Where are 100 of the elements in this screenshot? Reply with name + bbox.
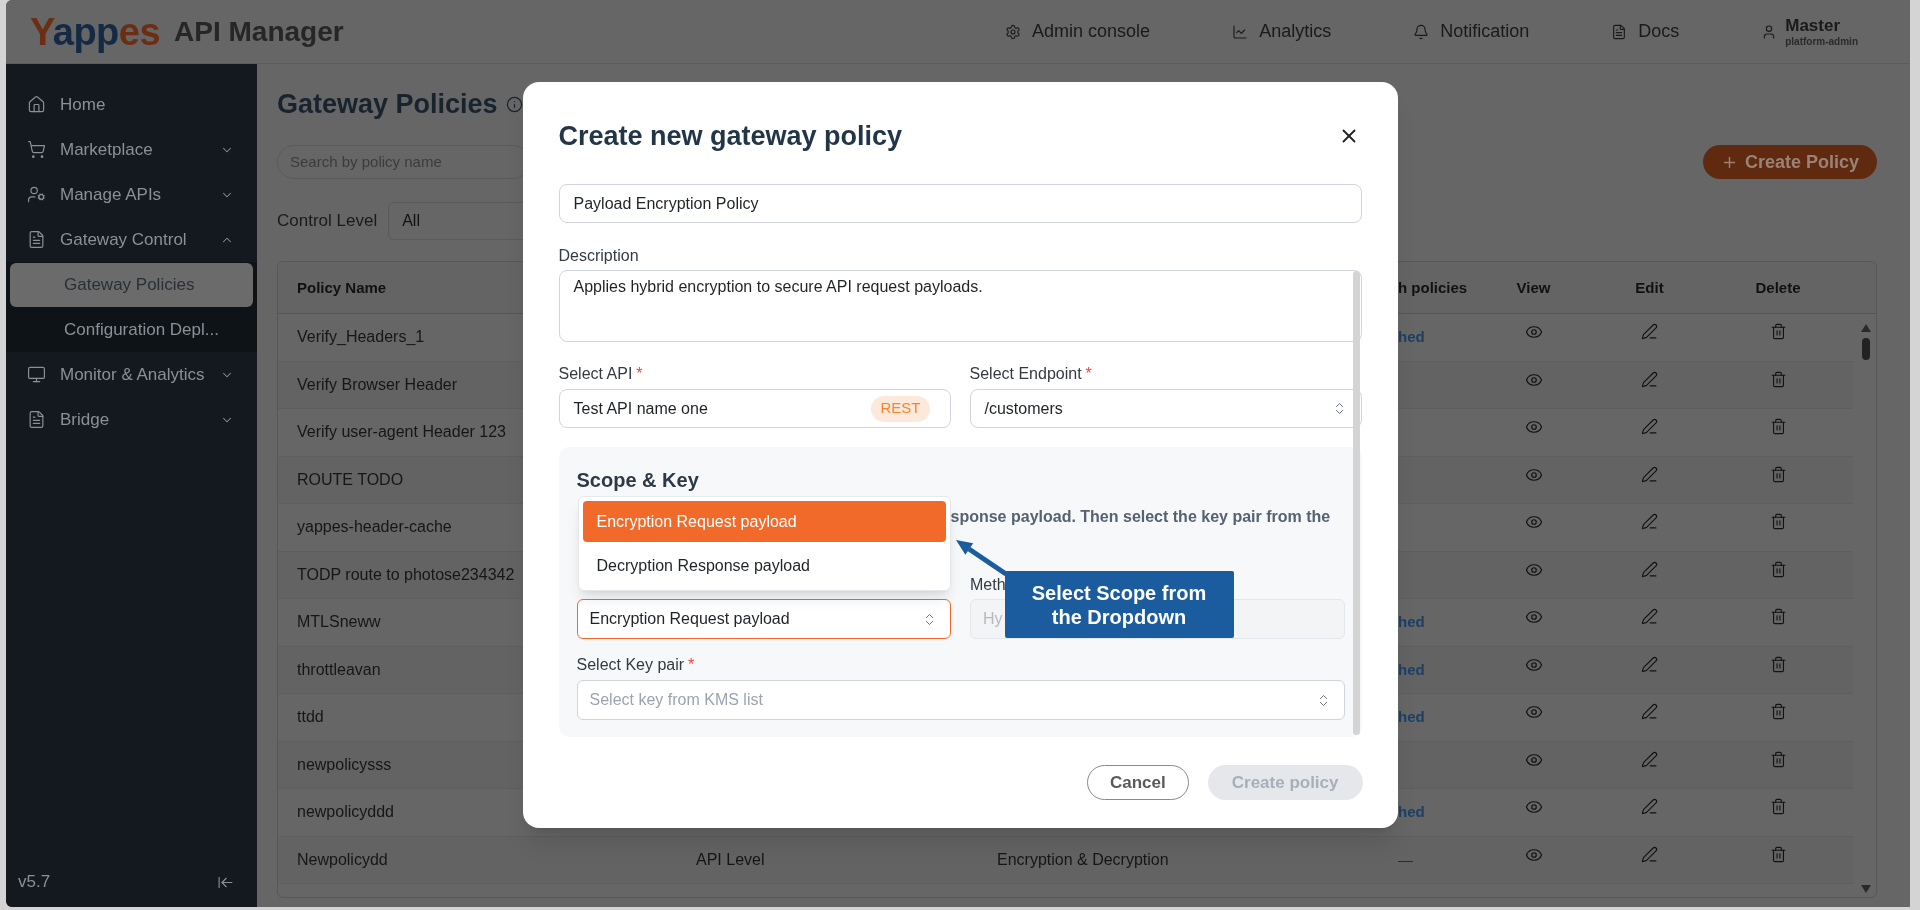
version-text: v5.7 [18, 871, 51, 894]
sidebar-item[interactable]: Gateway Control [6, 217, 257, 262]
section-title: Scope & Key [576, 468, 699, 493]
callout-tooltip: Select Scope from the Dropdown [1004, 571, 1234, 638]
trash-icon[interactable] [1769, 323, 1787, 340]
column-header: View [1516, 278, 1551, 296]
nav-link[interactable]: Notification [1413, 18, 1530, 45]
trash-icon[interactable] [1769, 465, 1787, 483]
eye-icon[interactable] [1524, 798, 1543, 816]
column-header: h policies [1398, 278, 1468, 296]
dropdown-option[interactable]: Encryption Request payload [582, 501, 946, 542]
policy-name: Verify user-agent Header 123 [297, 423, 506, 441]
sidebar-item[interactable]: Marketplace [6, 127, 257, 172]
attach-status-text[interactable]: hed [1398, 803, 1425, 821]
sidebar-item[interactable]: Home [6, 82, 257, 127]
pencil-icon[interactable] [1641, 608, 1658, 625]
hint-text: sponse payload. Then select the key pair from the [950, 507, 1331, 527]
trash-icon[interactable] [1769, 608, 1787, 625]
pencil-icon[interactable] [1641, 513, 1658, 530]
field-label: Select Endpoint * [969, 364, 1092, 384]
eye-icon[interactable] [1524, 608, 1543, 626]
submenu-item[interactable]: Configuration Depl... [6, 307, 257, 352]
cancel-button[interactable]: Cancel [1087, 765, 1189, 800]
field-label: Description [558, 246, 639, 266]
trash-icon[interactable] [1769, 560, 1787, 578]
key-pair-select[interactable]: Select key from KMS list [576, 680, 1345, 720]
trash-icon[interactable] [1769, 655, 1787, 673]
dialog-title: Create new gateway policy [558, 120, 903, 152]
trash-icon[interactable] [1769, 845, 1787, 863]
eye-icon[interactable] [1524, 323, 1543, 341]
document-icon [27, 230, 46, 249]
user-gear-icon [27, 185, 46, 204]
sidebar-item[interactable]: Bridge [6, 397, 257, 442]
submenu-item[interactable]: Gateway Policies [10, 262, 253, 307]
trash-icon[interactable] [1769, 798, 1787, 815]
scroll-up-arrow-icon[interactable] [1861, 324, 1871, 332]
filter-label: Control Level [277, 210, 378, 233]
pencil-icon[interactable] [1641, 465, 1658, 483]
pencil-icon[interactable] [1641, 418, 1658, 435]
scope-select[interactable]: Encryption Request payload [576, 599, 951, 639]
pencil-icon[interactable] [1641, 655, 1658, 673]
policy-name: ROUTE TODO [297, 470, 404, 488]
policy-name: ttdd [297, 708, 324, 726]
modal-scrollbar-thumb[interactable] [1352, 271, 1360, 735]
monitor-icon [27, 365, 46, 384]
trash-icon[interactable] [1769, 750, 1787, 768]
attach-status-text: — [1398, 850, 1413, 868]
create-policy-button[interactable]: Create Policy [1703, 145, 1877, 179]
eye-icon[interactable] [1524, 513, 1543, 531]
trash-icon[interactable] [1769, 418, 1787, 435]
policy-name: TODP route to photose234342 [297, 565, 515, 583]
pencil-icon[interactable] [1641, 560, 1658, 578]
page-title: Gateway Policies [277, 88, 498, 120]
pencil-icon[interactable] [1641, 703, 1658, 720]
pencil-icon[interactable] [1641, 750, 1658, 768]
callout-arrow [953, 538, 1008, 576]
trash-icon[interactable] [1769, 513, 1787, 530]
api-type-badge: REST [871, 395, 930, 422]
field-label: Select Key pair * [576, 655, 695, 675]
cart-icon [27, 140, 46, 159]
home-icon [27, 95, 46, 114]
pencil-icon[interactable] [1641, 323, 1658, 340]
trash-icon[interactable] [1769, 370, 1787, 388]
document-icon [1611, 23, 1628, 40]
column-header: Edit [1635, 278, 1664, 296]
pencil-icon[interactable] [1641, 370, 1658, 388]
column-header: Delete [1755, 278, 1801, 296]
field-label: Select API * [558, 364, 643, 384]
sidebar-item[interactable]: Monitor & Analytics [6, 352, 257, 397]
api-select[interactable]: Test API name one REST [558, 389, 951, 428]
scroll-down-arrow-icon[interactable] [1861, 885, 1871, 893]
policy-name: Verify Browser Header [297, 375, 458, 393]
nav-link[interactable]: Admin console [1005, 18, 1151, 45]
endpoint-select[interactable]: /customers [969, 389, 1362, 428]
pencil-icon[interactable] [1641, 798, 1658, 815]
description-field[interactable]: Applies hybrid encryption to secure API request payloads. [558, 270, 1362, 342]
trash-icon[interactable] [1769, 703, 1787, 720]
logo: Yappes [30, 12, 161, 51]
attach-status-text[interactable]: hed [1398, 708, 1425, 726]
column-header: Policy Name [297, 278, 387, 296]
attach-status-text[interactable]: hed [1398, 328, 1425, 346]
eye-icon[interactable] [1524, 703, 1543, 721]
line-chart-icon [1232, 23, 1249, 40]
pencil-icon[interactable] [1641, 845, 1658, 863]
level-text: API Level [696, 850, 765, 868]
attach-status-text[interactable]: hed [1398, 613, 1425, 631]
product-name: API Manager [174, 14, 344, 49]
nav-link[interactable]: Docs [1611, 18, 1680, 45]
attach-status-text[interactable]: hed [1398, 660, 1425, 678]
user-menu[interactable]: Master platform-admin [1761, 15, 1858, 48]
policy-name: Verify_Headers_1 [297, 328, 425, 346]
scrollbar-thumb[interactable] [1862, 338, 1870, 360]
settings-icon [1005, 23, 1022, 40]
policy-name: newpolicysss [297, 755, 392, 773]
eye-icon[interactable] [1524, 418, 1543, 436]
sidebar-item[interactable]: Manage APIs [6, 172, 257, 217]
info-icon[interactable] [505, 95, 523, 113]
nav-link[interactable]: Analytics [1232, 18, 1332, 45]
policy-name: yappes-header-cache [297, 518, 452, 536]
policy-name-field[interactable]: Payload Encryption Policy [558, 184, 1362, 223]
